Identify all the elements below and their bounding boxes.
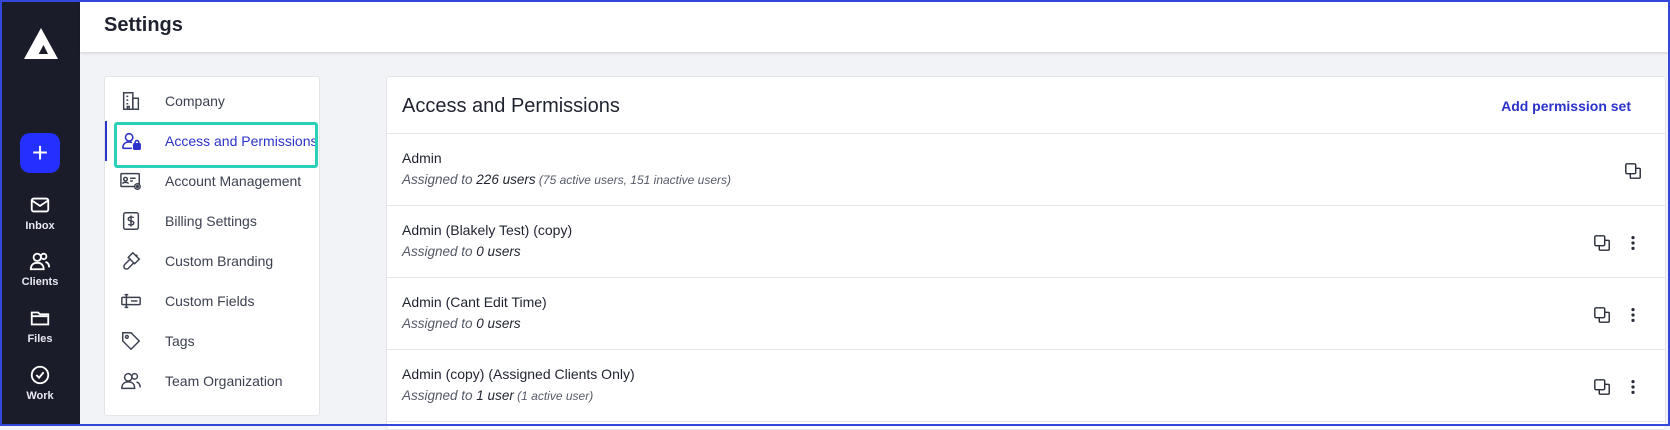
app-rail: + Inbox Clients Files Work bbox=[0, 0, 80, 426]
team-icon bbox=[119, 369, 143, 393]
text-field-icon bbox=[119, 289, 143, 313]
duplicate-icon bbox=[1594, 235, 1610, 251]
duplicate-icon bbox=[1625, 163, 1641, 179]
permission-name: Admin (copy) (Assigned Clients Only) bbox=[402, 366, 635, 382]
menu-item-custom-fields[interactable]: Custom Fields bbox=[105, 281, 319, 321]
rail-item-files[interactable]: Files bbox=[0, 307, 80, 345]
duplicate-icon bbox=[1594, 307, 1610, 323]
assignment-summary: Assigned to 226 users (75 active users, … bbox=[402, 172, 731, 187]
permission-row[interactable]: Admin Assigned to 226 users (75 active u… bbox=[387, 134, 1665, 206]
menu-item-label: Company bbox=[165, 93, 225, 109]
rail-item-work[interactable]: Work bbox=[0, 364, 80, 402]
rail-item-inbox[interactable]: Inbox bbox=[0, 194, 80, 232]
menu-item-label: Custom Branding bbox=[165, 253, 274, 269]
permission-name: Admin bbox=[402, 150, 442, 166]
user-count: 1 user bbox=[476, 388, 514, 403]
menu-item-label: Team Organization bbox=[165, 373, 283, 389]
rail-item-clients[interactable]: Clients bbox=[0, 250, 80, 288]
user-count: 0 users bbox=[476, 244, 521, 259]
assigned-prefix: Assigned to bbox=[402, 388, 477, 403]
menu-item-company[interactable]: Company bbox=[105, 81, 319, 121]
building-icon bbox=[119, 89, 143, 113]
kebab-menu-icon bbox=[1631, 379, 1635, 395]
duplicate-icon bbox=[1594, 379, 1610, 395]
duplicate-button[interactable] bbox=[1592, 377, 1612, 397]
menu-item-label: Billing Settings bbox=[165, 213, 257, 229]
id-card-gear-icon bbox=[119, 169, 143, 193]
duplicate-button[interactable] bbox=[1592, 305, 1612, 325]
rail-label: Clients bbox=[21, 276, 59, 288]
logo-icon[interactable] bbox=[22, 26, 60, 62]
assignment-summary: Assigned to 1 user (1 active user) bbox=[402, 388, 593, 403]
permission-name: Admin (Blakely Test) (copy) bbox=[402, 222, 573, 238]
page-title: Settings bbox=[104, 14, 183, 36]
duplicate-button[interactable] bbox=[1592, 233, 1612, 253]
more-options-button[interactable] bbox=[1623, 305, 1643, 325]
header-bar: Settings bbox=[80, 0, 1670, 52]
user-detail: (75 active users, 151 inactive users) bbox=[535, 173, 732, 187]
permission-row[interactable]: Admin (Cant Edit Time) Assigned to 0 use… bbox=[387, 278, 1665, 350]
menu-item-tags[interactable]: Tags bbox=[105, 321, 319, 361]
assigned-prefix: Assigned to bbox=[402, 316, 477, 331]
kebab-menu-icon bbox=[1631, 307, 1635, 323]
users-icon bbox=[29, 252, 51, 271]
more-options-button[interactable] bbox=[1623, 377, 1643, 397]
permission-name: Admin (Cant Edit Time) bbox=[402, 294, 547, 310]
kebab-menu-icon bbox=[1631, 235, 1635, 251]
menu-item-label: Custom Fields bbox=[165, 293, 255, 309]
assignment-summary: Assigned to 0 users bbox=[402, 316, 521, 331]
selection-highlight bbox=[114, 122, 318, 168]
active-indicator bbox=[105, 121, 107, 161]
duplicate-button[interactable] bbox=[1623, 161, 1643, 181]
user-count: 226 users bbox=[476, 172, 536, 187]
mail-icon bbox=[30, 197, 50, 213]
permission-row[interactable]: Admin (copy) (Assigned Clients Only) Ass… bbox=[387, 350, 1665, 422]
permission-row[interactable]: Admin (Blakely Test) (copy) Assigned to … bbox=[387, 206, 1665, 278]
check-circle-icon bbox=[30, 365, 50, 385]
folder-icon bbox=[30, 311, 50, 326]
tag-icon bbox=[119, 329, 143, 353]
add-permission-set-button[interactable]: Add permission set bbox=[1501, 98, 1631, 114]
assigned-prefix: Assigned to bbox=[402, 244, 477, 259]
new-button[interactable]: + bbox=[20, 133, 60, 173]
more-options-button[interactable] bbox=[1623, 233, 1643, 253]
rail-label: Files bbox=[27, 333, 53, 345]
menu-item-label: Account Management bbox=[165, 173, 302, 189]
assigned-prefix: Assigned to bbox=[402, 172, 477, 187]
brush-icon bbox=[119, 249, 143, 273]
menu-item-team-organization[interactable]: Team Organization bbox=[105, 361, 319, 401]
user-count: 0 users bbox=[476, 316, 521, 331]
rail-label: Inbox bbox=[25, 220, 55, 232]
menu-item-label: Tags bbox=[165, 333, 195, 349]
user-detail: (1 active user) bbox=[513, 389, 594, 403]
permissions-card: Access and Permissions Add permission se… bbox=[386, 76, 1666, 430]
menu-item-billing-settings[interactable]: Billing Settings bbox=[105, 201, 319, 241]
plus-icon: + bbox=[31, 137, 49, 168]
rail-label: Work bbox=[26, 390, 54, 402]
assignment-summary: Assigned to 0 users bbox=[402, 244, 521, 259]
menu-item-custom-branding[interactable]: Custom Branding bbox=[105, 241, 319, 281]
dollar-icon bbox=[119, 209, 143, 233]
card-title: Access and Permissions bbox=[402, 95, 620, 117]
